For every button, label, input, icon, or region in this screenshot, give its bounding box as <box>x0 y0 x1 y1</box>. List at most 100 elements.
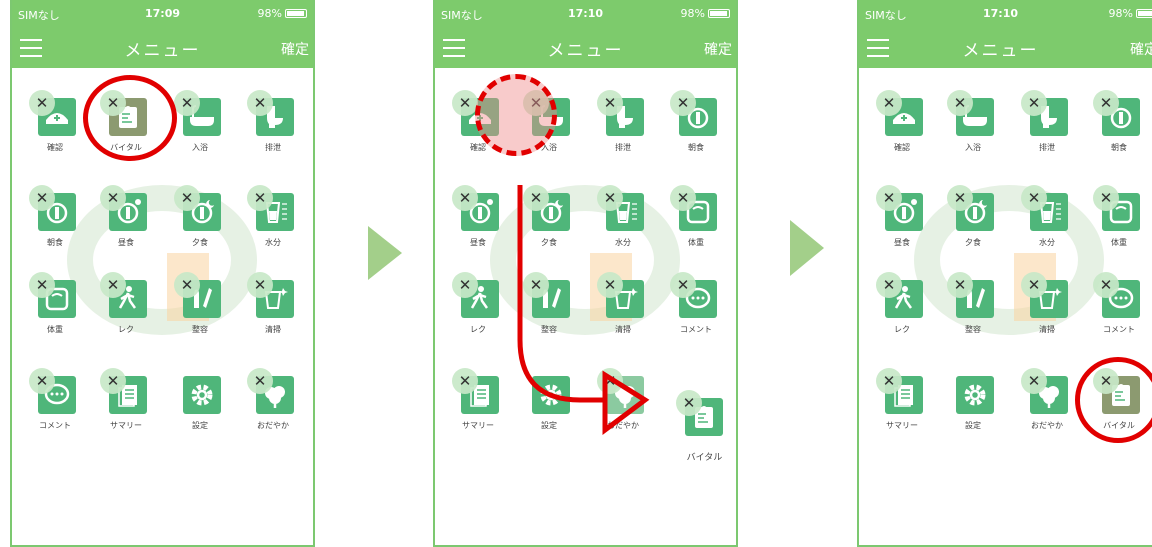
menu-tile[interactable]: ✕ 清掃 <box>238 262 308 342</box>
menu-tile[interactable]: ✕ 朝食 <box>20 175 90 255</box>
menu-tile[interactable]: ✕ 排泄 <box>588 80 658 160</box>
drag-path-arrow-icon <box>517 185 650 435</box>
menu-tile[interactable]: 設定 <box>938 358 1008 438</box>
remove-icon[interactable]: ✕ <box>29 368 55 394</box>
remove-icon[interactable]: ✕ <box>100 368 126 394</box>
menu-tile[interactable]: ✕ おだやか <box>1012 358 1082 438</box>
battery-percent: 98% <box>680 7 705 20</box>
remove-icon[interactable]: ✕ <box>247 272 273 298</box>
tile-label: 水分 <box>1039 238 1055 247</box>
remove-icon[interactable]: ✕ <box>174 90 200 116</box>
menu-tile[interactable]: ✕ コメント <box>20 358 90 438</box>
remove-icon[interactable]: ✕ <box>1021 368 1047 394</box>
menu-tile[interactable]: ✕ レク <box>867 262 937 342</box>
menu-tile[interactable]: ✕ サマリー <box>867 358 937 438</box>
remove-icon[interactable]: ✕ <box>876 272 902 298</box>
remove-icon[interactable]: ✕ <box>29 272 55 298</box>
menu-tile[interactable]: ✕ おだやか <box>238 358 308 438</box>
tile-label: 排泄 <box>265 143 281 152</box>
remove-icon[interactable]: ✕ <box>29 90 55 116</box>
phone-screen-after: SIMなし 17:10 98% メニュー 確定 ✕確認✕入浴✕排泄✕朝食✕昼食✕… <box>857 0 1152 547</box>
tile-label: 体重 <box>1111 238 1127 247</box>
tile-label: レク <box>894 325 910 334</box>
nav-bar: メニュー 確定 <box>859 28 1152 68</box>
remove-icon[interactable]: ✕ <box>1093 272 1119 298</box>
menu-tile[interactable]: ✕ 排泄 <box>1012 80 1082 160</box>
remove-icon[interactable]: ✕ <box>247 185 273 211</box>
menu-tile[interactable]: ✕ 入浴 <box>938 80 1008 160</box>
menu-tile[interactable]: ✕ 昼食 <box>91 175 161 255</box>
remove-icon[interactable]: ✕ <box>947 185 973 211</box>
confirm-button[interactable]: 確定 <box>281 39 309 59</box>
gear-icon <box>956 376 994 414</box>
remove-icon[interactable]: ✕ <box>670 90 696 116</box>
remove-icon[interactable]: ✕ <box>876 90 902 116</box>
gear-icon <box>183 376 221 414</box>
menu-tile[interactable]: ✕ 朝食 <box>661 80 731 160</box>
menu-tile[interactable]: ✕ 排泄 <box>238 80 308 160</box>
tile-label: 清掃 <box>1039 325 1055 334</box>
remove-icon[interactable]: ✕ <box>100 272 126 298</box>
remove-icon[interactable]: ✕ <box>1021 185 1047 211</box>
remove-icon[interactable]: ✕ <box>1093 90 1119 116</box>
tile-label: サマリー <box>462 421 494 430</box>
menu-tile[interactable]: ✕ 整容 <box>938 262 1008 342</box>
remove-icon[interactable]: ✕ <box>947 272 973 298</box>
remove-icon[interactable]: ✕ <box>174 272 200 298</box>
remove-icon[interactable]: ✕ <box>1021 90 1047 116</box>
remove-icon[interactable]: ✕ <box>29 185 55 211</box>
remove-icon[interactable]: ✕ <box>174 185 200 211</box>
battery-icon <box>708 9 730 18</box>
tile-label: 整容 <box>192 325 208 334</box>
remove-icon[interactable]: ✕ <box>452 185 478 211</box>
remove-icon[interactable]: ✕ <box>452 368 478 394</box>
tile-label: バイタル <box>686 453 723 463</box>
battery-icon <box>1136 9 1152 18</box>
tile-label: レク <box>118 325 134 334</box>
confirm-button[interactable]: 確定 <box>704 39 732 59</box>
phone-screen-dragging: SIMなし 17:10 98% メニュー 確定 ✕ 確認 ✕ 入浴 ✕ 排泄 ✕ 朝食 ✕ 昼食 ✕… <box>433 0 738 547</box>
menu-tile[interactable]: ✕ コメント <box>1084 262 1152 342</box>
remove-icon[interactable]: ✕ <box>247 368 273 394</box>
remove-icon[interactable]: ✕ <box>947 90 973 116</box>
remove-icon[interactable]: ✕ <box>876 368 902 394</box>
tile-label: 入浴 <box>192 143 208 152</box>
remove-icon[interactable]: ✕ <box>452 272 478 298</box>
remove-icon[interactable]: ✕ <box>247 90 273 116</box>
menu-tile[interactable]: ✕ 確認 <box>20 80 90 160</box>
remove-icon[interactable]: ✕ <box>1093 185 1119 211</box>
menu-tile[interactable]: ✕ 確認 <box>867 80 937 160</box>
menu-tile[interactable]: ✕ 清掃 <box>1012 262 1082 342</box>
highlight-circle <box>83 75 177 161</box>
nav-bar: メニュー 確定 <box>12 28 313 68</box>
dragged-tile[interactable]: ✕ バイタル <box>667 380 736 463</box>
tile-label: 整容 <box>965 325 981 334</box>
remove-icon[interactable]: ✕ <box>1021 272 1047 298</box>
menu-tile[interactable]: ✕ レク <box>443 262 513 342</box>
remove-icon[interactable]: ✕ <box>876 185 902 211</box>
remove-icon[interactable]: ✕ <box>676 390 702 416</box>
step-arrow-icon <box>368 226 402 280</box>
menu-tile[interactable]: ✕ 昼食 <box>867 175 937 255</box>
step-arrow-icon <box>790 220 824 276</box>
menu-tile[interactable]: ✕ 整容 <box>165 262 235 342</box>
menu-tile[interactable]: ✕ 夕食 <box>165 175 235 255</box>
menu-tile[interactable]: ✕ 水分 <box>1012 175 1082 255</box>
menu-tile[interactable]: ✕ 朝食 <box>1084 80 1152 160</box>
tile-label: 夕食 <box>192 238 208 247</box>
confirm-button[interactable]: 確定 <box>1130 39 1152 59</box>
tile-label: 水分 <box>265 238 281 247</box>
menu-tile[interactable]: ✕ 水分 <box>238 175 308 255</box>
menu-tile[interactable]: ✕ サマリー <box>91 358 161 438</box>
menu-tile[interactable]: ✕ サマリー <box>443 358 513 438</box>
status-bar: SIMなし 17:10 98% <box>859 0 1152 28</box>
menu-tile[interactable]: ✕ 夕食 <box>938 175 1008 255</box>
menu-tile[interactable]: 設定 <box>165 358 235 438</box>
menu-tile[interactable]: ✕ 昼食 <box>443 175 513 255</box>
menu-tile[interactable]: ✕ 体重 <box>1084 175 1152 255</box>
remove-icon[interactable]: ✕ <box>597 90 623 116</box>
menu-tile[interactable]: ✕ レク <box>91 262 161 342</box>
menu-tile[interactable]: ✕ 体重 <box>20 262 90 342</box>
remove-icon[interactable]: ✕ <box>100 185 126 211</box>
tile-label: 入浴 <box>965 143 981 152</box>
